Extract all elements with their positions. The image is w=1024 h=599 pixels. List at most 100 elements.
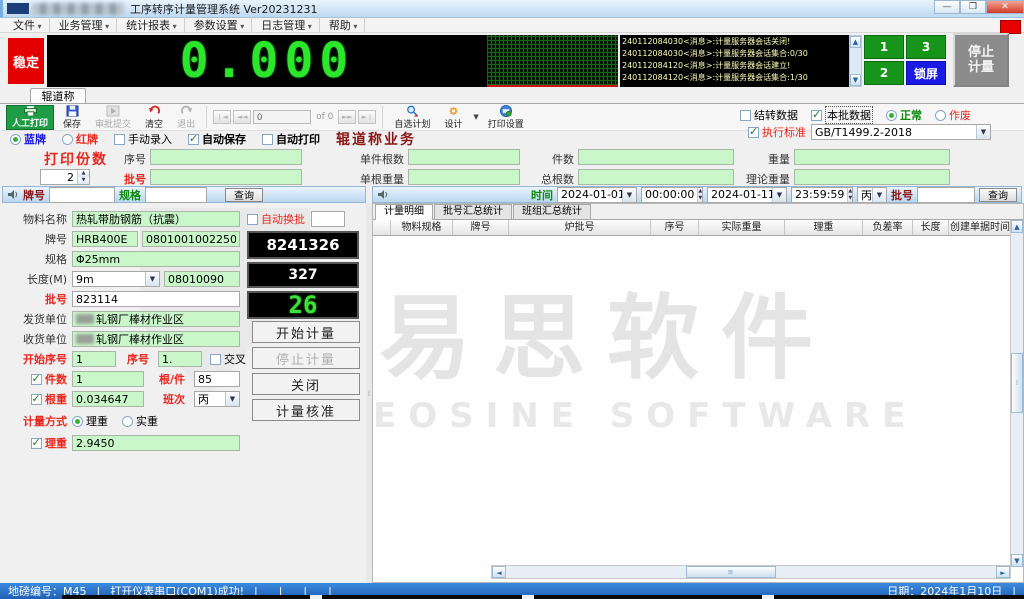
print-setup-button[interactable]: 打印设置	[483, 105, 529, 130]
col-furnace-batch[interactable]: 炉批号	[509, 220, 651, 236]
grid-body[interactable]: 易思软件 EOSINE SOFTWARE	[373, 236, 1011, 567]
design-button[interactable]: 设计	[439, 105, 467, 130]
scroll-thumb[interactable]: ⁞	[1011, 353, 1023, 413]
close-button[interactable]: ✕	[986, 0, 1024, 14]
batch-query-input[interactable]	[917, 187, 975, 203]
scroll-down-icon[interactable]: ▼	[1011, 554, 1023, 567]
tab-shift-summary[interactable]: 班组汇总统计	[513, 204, 591, 219]
bar-weight-checkbox[interactable]	[31, 394, 42, 405]
pieces-input[interactable]	[72, 371, 144, 387]
col-length[interactable]: 长度	[913, 220, 949, 236]
log-scrollbar[interactable]: ▲ ▼	[849, 35, 862, 87]
weight-sum-input[interactable]	[794, 149, 950, 165]
carryover-option[interactable]: 结转数据	[740, 107, 798, 123]
col-create-time[interactable]: 创建单据时间	[949, 220, 1011, 236]
cross-option[interactable]: 交叉	[210, 351, 246, 367]
normal-option[interactable]: 正常	[886, 107, 922, 123]
scroll-left-icon[interactable]: ◄	[492, 566, 506, 578]
chevron-down-icon[interactable]: ▼	[145, 272, 159, 286]
material-input[interactable]	[72, 211, 240, 227]
start-seq-input[interactable]	[72, 351, 116, 367]
theory-weight-sum-input[interactable]	[794, 169, 950, 185]
quick-button-1[interactable]: 1	[864, 35, 904, 59]
scroll-thumb[interactable]: ≡	[686, 566, 776, 578]
exit-button[interactable]: 退出	[172, 105, 200, 130]
spec-query-input[interactable]	[145, 187, 207, 203]
carryover-checkbox[interactable]	[740, 110, 751, 121]
spinner-arrows-icon[interactable]: ▲▼	[847, 188, 852, 202]
length-code-input[interactable]	[164, 271, 240, 287]
col-actual-weight[interactable]: 实际重量	[699, 220, 785, 236]
batch-input[interactable]	[72, 291, 240, 307]
grid-vertical-scrollbar[interactable]: ▲ ⁞ ▼	[1010, 220, 1023, 567]
nav-last-icon[interactable]: ►❘	[358, 110, 376, 124]
brand-code-input[interactable]	[142, 231, 240, 247]
menu-logs[interactable]: 日志管理	[254, 17, 320, 33]
seq-sum-input[interactable]	[150, 149, 302, 165]
bars-per-piece-input[interactable]	[408, 149, 520, 165]
chevron-down-icon[interactable]: ▼	[225, 392, 239, 406]
col-neg-diff[interactable]: 负差率	[863, 220, 913, 236]
current-batch-option[interactable]: 本批数据	[811, 106, 873, 124]
menu-help[interactable]: 帮助	[322, 17, 366, 33]
time-to-spinner[interactable]: 23:59:59 ▲▼	[791, 187, 853, 203]
scroll-down-icon[interactable]: ▼	[850, 74, 861, 86]
approve-measure-button[interactable]: 计量核准	[252, 399, 360, 421]
select-plan-button[interactable]: 自选计划	[389, 105, 435, 130]
col-seq[interactable]: 序号	[651, 220, 699, 236]
manual-entry-checkbox[interactable]	[114, 134, 125, 145]
chevron-down-icon[interactable]: ▼	[872, 188, 886, 202]
red-plate-option[interactable]: 红牌	[62, 131, 98, 147]
theory-method-option[interactable]: 理重	[72, 413, 108, 429]
menu-settings[interactable]: 参数设置	[187, 17, 253, 33]
sender-input[interactable]: 轧钢厂棒材作业区	[72, 311, 240, 327]
nav-position-input[interactable]	[253, 110, 311, 124]
length-combo[interactable]: 9m ▼	[72, 271, 160, 287]
actual-method-radio[interactable]	[122, 416, 133, 427]
time-from-spinner[interactable]: 00:00:00 ▲▼	[641, 187, 703, 203]
restore-button[interactable]: ❐	[960, 0, 986, 14]
auto-print-option[interactable]: 自动打印	[262, 131, 320, 147]
col-brand[interactable]: 牌号	[453, 220, 509, 236]
theory-weight-input[interactable]	[72, 435, 240, 451]
chevron-down-icon[interactable]: ▼	[772, 188, 786, 202]
spinner-arrows-icon[interactable]: ▲▼	[77, 170, 89, 184]
menu-business[interactable]: 业务管理	[52, 17, 118, 33]
spec-input[interactable]	[72, 251, 240, 267]
pieces-checkbox[interactable]	[31, 374, 42, 385]
pieces-sum-input[interactable]	[578, 149, 734, 165]
stop-measure-action-button[interactable]: 停止计量	[252, 347, 360, 369]
shift-query-combo[interactable]: 丙 ▼	[857, 187, 887, 203]
menu-reports[interactable]: 统计报表	[119, 17, 185, 33]
chevron-down-icon[interactable]: ▼	[622, 188, 636, 202]
quick-button-2[interactable]: 2	[864, 61, 904, 85]
scroll-up-icon[interactable]: ▲	[850, 36, 861, 48]
submit-approval-button[interactable]: 审批提交	[90, 105, 136, 130]
tab-roller-scale[interactable]: 辊道称	[30, 88, 86, 104]
tab-measure-detail[interactable]: 计量明细	[375, 204, 433, 220]
batch-sum-input[interactable]	[150, 169, 302, 185]
date-to-combo[interactable]: 2024-01-11 ▼	[707, 187, 787, 203]
scroll-up-icon[interactable]: ▲	[1011, 220, 1023, 233]
auto-save-checkbox[interactable]	[188, 134, 199, 145]
standard-option[interactable]: 执行标准	[748, 124, 806, 140]
nav-next-icon[interactable]: ►►	[338, 110, 356, 124]
quick-button-3[interactable]: 3	[906, 35, 946, 59]
stop-measure-button[interactable]: 停止 计量	[953, 33, 1009, 87]
grid-horizontal-scrollbar[interactable]: ◄ ≡ ►	[491, 565, 1011, 579]
auto-print-checkbox[interactable]	[262, 134, 273, 145]
right-search-button[interactable]: 查询	[979, 188, 1017, 202]
receiver-input[interactable]: 轧钢厂棒材作业区	[72, 331, 240, 347]
cross-checkbox[interactable]	[210, 354, 221, 365]
void-radio[interactable]	[935, 110, 946, 121]
brand-input[interactable]	[72, 231, 138, 247]
auto-batch-option[interactable]: 自动换批	[247, 211, 305, 227]
theory-method-radio[interactable]	[72, 416, 83, 427]
col-theory-weight[interactable]: 理重	[785, 220, 863, 236]
standard-combo[interactable]: GB/T1499.2-2018 ▼	[811, 124, 991, 140]
auto-save-option[interactable]: 自动保存	[188, 131, 246, 147]
chevron-down-icon[interactable]: ▼	[976, 125, 990, 139]
shift-combo[interactable]: 丙 ▼	[194, 391, 240, 407]
col-material-spec[interactable]: 物料规格	[391, 220, 453, 236]
bar-weight-input[interactable]	[72, 391, 144, 407]
